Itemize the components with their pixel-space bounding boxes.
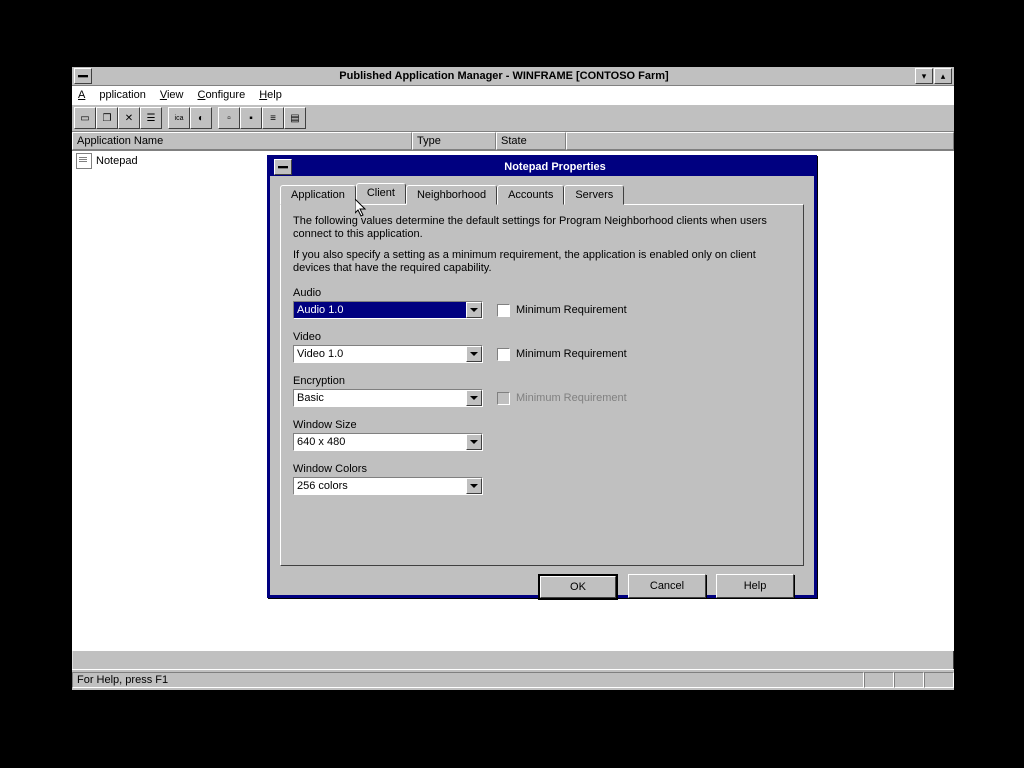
tab-client[interactable]: Client	[356, 183, 406, 204]
video-label: Video	[293, 331, 791, 343]
encryption-minreq-checkbox	[497, 392, 510, 405]
col-application-name[interactable]: Application Name	[72, 132, 412, 150]
toolbar: ▭ ❐ ✕ ☰ ica ◐ ▫ ▪ ≡ ▤	[72, 104, 954, 132]
winsize-value: 640 x 480	[294, 434, 466, 450]
desc-text-1: The following values determine the defau…	[293, 215, 791, 241]
document-icon	[76, 153, 92, 169]
dialog-titlebar: Notepad Properties	[270, 158, 814, 176]
tab-accounts[interactable]: Accounts	[497, 185, 564, 205]
ok-button[interactable]: OK	[538, 574, 618, 600]
menu-bar: Application View Configure Help	[72, 86, 954, 104]
encryption-label: Encryption	[293, 375, 791, 387]
audio-minreq-checkbox[interactable]	[497, 304, 510, 317]
encryption-combo[interactable]: Basic	[293, 389, 483, 407]
wincolors-combo[interactable]: 256 colors	[293, 477, 483, 495]
tab-panel-client: The following values determine the defau…	[280, 204, 804, 566]
audio-label: Audio	[293, 287, 791, 299]
toolbar-view4-icon[interactable]: ▤	[284, 107, 306, 129]
encryption-minreq-label: Minimum Requirement	[516, 392, 627, 404]
chevron-down-icon[interactable]	[466, 346, 482, 362]
chevron-down-icon[interactable]	[466, 302, 482, 318]
properties-dialog: Notepad Properties Application Client Ne…	[267, 155, 817, 598]
encryption-value: Basic	[294, 390, 466, 406]
wincolors-value: 256 colors	[294, 478, 466, 494]
audio-value: Audio 1.0	[294, 302, 466, 318]
window-title: Published Application Manager - WINFRAME…	[94, 70, 914, 82]
toolbar-view3-icon[interactable]: ≡	[262, 107, 284, 129]
status-bar: For Help, press F1	[72, 669, 954, 690]
menu-configure[interactable]: Configure	[197, 89, 245, 101]
status-pane-3	[924, 672, 954, 688]
toolbar-ica-icon[interactable]: ica	[168, 107, 190, 129]
chevron-down-icon[interactable]	[466, 390, 482, 406]
tab-neighborhood[interactable]: Neighborhood	[406, 185, 497, 205]
video-combo[interactable]: Video 1.0	[293, 345, 483, 363]
system-menu-icon[interactable]	[74, 68, 92, 84]
toolbar-view1-icon[interactable]: ▫	[218, 107, 240, 129]
menu-application[interactable]: Application	[78, 89, 146, 101]
toolbar-properties-icon[interactable]: ☰	[140, 107, 162, 129]
cancel-button[interactable]: Cancel	[628, 574, 706, 598]
dialog-system-menu-icon[interactable]	[274, 159, 292, 175]
dialog-button-row: OK Cancel Help	[280, 566, 804, 600]
chevron-down-icon[interactable]	[466, 434, 482, 450]
maximize-button[interactable]: ▴	[934, 68, 952, 84]
toolbar-copy-icon[interactable]: ❐	[96, 107, 118, 129]
status-pane-2	[894, 672, 924, 688]
toolbar-new-icon[interactable]: ▭	[74, 107, 96, 129]
menu-help[interactable]: Help	[259, 89, 282, 101]
chevron-down-icon[interactable]	[466, 478, 482, 494]
col-state[interactable]: State	[496, 132, 566, 150]
winsize-combo[interactable]: 640 x 480	[293, 433, 483, 451]
tab-application[interactable]: Application	[280, 185, 356, 205]
audio-minreq-label: Minimum Requirement	[516, 304, 627, 316]
col-spacer	[566, 132, 954, 150]
dialog-title: Notepad Properties	[296, 161, 814, 173]
column-headers: Application Name Type State	[72, 132, 954, 151]
tab-servers[interactable]: Servers	[564, 185, 624, 205]
col-type[interactable]: Type	[412, 132, 496, 150]
audio-combo[interactable]: Audio 1.0	[293, 301, 483, 319]
menu-view[interactable]: View	[160, 89, 184, 101]
video-minreq-checkbox[interactable]	[497, 348, 510, 361]
toolbar-view2-icon[interactable]: ▪	[240, 107, 262, 129]
video-minreq-label: Minimum Requirement	[516, 348, 627, 360]
list-item-label: Notepad	[96, 155, 138, 167]
desc-text-2: If you also specify a setting as a minim…	[293, 249, 791, 275]
winsize-label: Window Size	[293, 419, 791, 431]
tab-bar: Application Client Neighborhood Accounts…	[280, 184, 804, 204]
main-titlebar: Published Application Manager - WINFRAME…	[72, 67, 954, 86]
video-value: Video 1.0	[294, 346, 466, 362]
status-text: For Help, press F1	[72, 672, 864, 688]
toolbar-globe-icon[interactable]: ◐	[190, 107, 212, 129]
help-button[interactable]: Help	[716, 574, 794, 598]
status-pane-1	[864, 672, 894, 688]
minimize-button[interactable]: ▾	[915, 68, 933, 84]
toolbar-delete-icon[interactable]: ✕	[118, 107, 140, 129]
wincolors-label: Window Colors	[293, 463, 791, 475]
